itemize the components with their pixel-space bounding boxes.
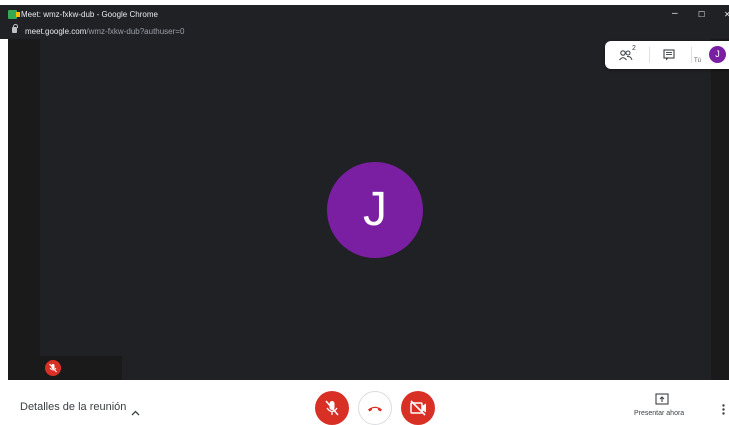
address-bar[interactable]: meet.google.com/wmz-fxkw-dub?authuser=0 <box>0 24 729 39</box>
url-host: meet.google.com <box>25 27 87 36</box>
right-strip <box>711 39 729 380</box>
url-text: meet.google.com/wmz-fxkw-dub?authuser=0 <box>25 27 184 36</box>
panel-divider <box>649 47 650 63</box>
minimize-button[interactable]: – <box>672 7 678 21</box>
people-icon[interactable] <box>619 48 633 66</box>
url-path: /wmz-fxkw-dub?authuser=0 <box>86 27 185 36</box>
close-button[interactable]: ✕ <box>724 8 729 22</box>
chevron-up-icon[interactable] <box>131 403 140 421</box>
microphone-toggle-button[interactable] <box>315 391 349 425</box>
panel-divider <box>691 47 692 63</box>
meeting-details-button[interactable]: Detalles de la reunión <box>20 401 126 413</box>
more-options-icon[interactable] <box>722 402 725 420</box>
bottom-control-bar: Detalles de la reunión Presentar ahora <box>0 380 729 425</box>
self-mic-muted-icon <box>45 360 61 376</box>
meet-favicon-icon <box>8 10 20 19</box>
top-right-panel: 2 Tú J <box>605 41 729 69</box>
self-label: Tú <box>694 58 702 64</box>
chat-icon[interactable] <box>663 48 675 66</box>
left-strip <box>8 39 40 380</box>
lock-icon <box>12 24 18 33</box>
present-screen-icon[interactable] <box>655 392 669 410</box>
camera-toggle-button[interactable] <box>401 391 435 425</box>
participant-avatar: J <box>327 162 423 258</box>
leave-call-button[interactable] <box>358 391 392 425</box>
hang-up-icon <box>368 406 382 412</box>
mic-off-icon <box>325 400 339 416</box>
people-count: 2 <box>632 45 636 52</box>
window-title: Meet: wmz-fxkw-dub - Google Chrome <box>21 10 158 19</box>
maximize-button[interactable]: ☐ <box>698 8 705 22</box>
window-titlebar: Meet: wmz-fxkw-dub - Google Chrome – ☐ ✕ <box>0 5 729 24</box>
self-avatar[interactable]: J <box>709 46 726 63</box>
camera-off-icon <box>410 400 426 416</box>
present-now-button[interactable]: Presentar ahora <box>634 410 684 417</box>
meeting-stage: J <box>8 39 729 380</box>
